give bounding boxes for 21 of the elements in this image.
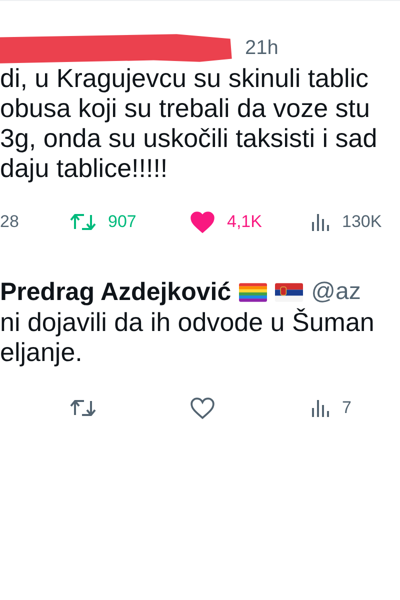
- heart-icon[interactable]: [190, 210, 215, 234]
- repost-count: 907: [108, 212, 136, 232]
- tweet-text-line: 3g, onda su uskočili taksisti i sad: [0, 123, 378, 153]
- heart-icon[interactable]: [190, 396, 215, 420]
- like-count: 4,1K: [227, 212, 262, 232]
- tweet-text-line: ni dojavili da ih odvode u Šuman: [0, 307, 376, 337]
- repost-icon[interactable]: [70, 398, 96, 418]
- tweet-text-line: eljanje.: [0, 337, 84, 367]
- author-name[interactable]: Predrag Azdejković: [0, 278, 232, 306]
- views-icon[interactable]: [310, 398, 330, 418]
- flag-icon: [275, 282, 304, 302]
- tweet-text-line: obusa koji su trebali da voze stu: [0, 93, 371, 123]
- views-count: 7: [342, 398, 352, 418]
- tweet-text-line: di, u Kragujevcu su skinuli tablic: [0, 63, 370, 93]
- tweet-text-line: daju tablice!!!!!: [0, 153, 169, 183]
- rainbow-flag-icon: [239, 282, 268, 302]
- views-icon[interactable]: [310, 212, 330, 232]
- reply-count: 28: [0, 212, 19, 232]
- timestamp: 21h: [245, 36, 278, 60]
- views-count: 130K: [342, 212, 382, 232]
- user-handle[interactable]: @az: [311, 278, 361, 306]
